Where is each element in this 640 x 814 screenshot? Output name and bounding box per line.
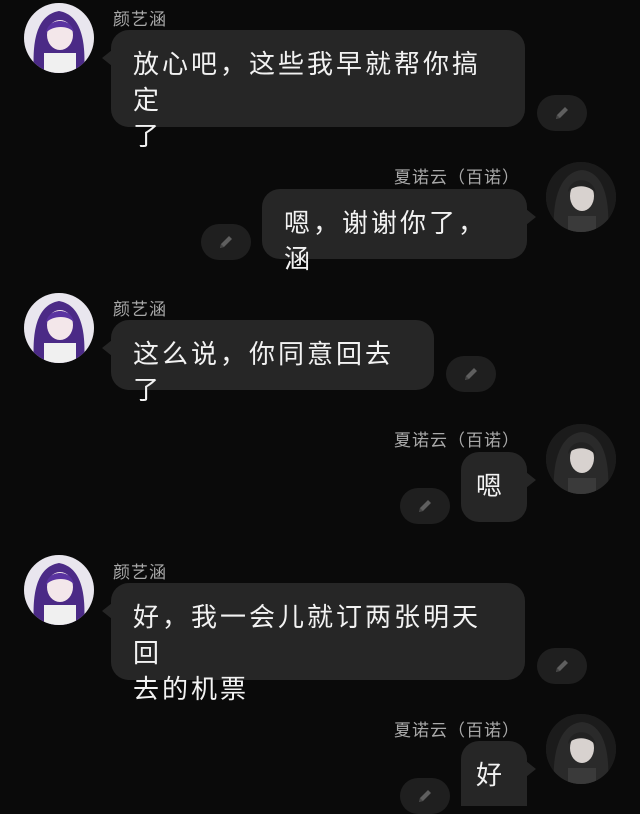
sender-name: 颜艺涵 <box>113 300 167 320</box>
message-bubble[interactable]: 好，我一会儿就订两张明天回 去的机票 <box>102 583 525 705</box>
chat-thread: 颜艺涵 放心吧，这些我早就帮你搞定 了 夏诺云（百诺） 嗯，谢谢你了，涵 颜艺涵… <box>0 0 640 814</box>
pencil-icon <box>419 500 431 512</box>
message-bubble[interactable]: 放心吧，这些我早就帮你搞定 了 <box>102 30 525 152</box>
edit-button[interactable] <box>400 778 450 814</box>
pencil-icon <box>465 368 477 380</box>
sender-name: 夏诺云（百诺） <box>394 168 520 188</box>
message-text-line: 好，我一会儿就订两张明天回 <box>133 603 482 669</box>
message-bubble[interactable]: 嗯 <box>461 452 536 522</box>
sender-name: 夏诺云（百诺） <box>394 431 520 451</box>
message-text-line: 好 <box>476 761 506 791</box>
message-text-line: 这么说，你同意回去了 <box>133 340 395 406</box>
message-text-line: 放心吧，这些我早就帮你搞定 <box>133 50 482 116</box>
edit-button[interactable] <box>400 488 450 524</box>
message-text-line: 嗯，谢谢你了，涵 <box>284 209 488 275</box>
message-text-line: 去的机票 <box>133 675 250 705</box>
message-text-line: 嗯 <box>476 472 506 502</box>
sender-avatar[interactable] <box>24 293 94 363</box>
pencil-icon <box>220 236 232 248</box>
edit-button[interactable] <box>201 224 251 260</box>
message-bubble[interactable]: 嗯，谢谢你了，涵 <box>262 189 536 275</box>
pencil-icon <box>556 660 568 672</box>
pencil-icon <box>556 107 568 119</box>
message-text-line: 了 <box>133 122 163 152</box>
sender-name: 颜艺涵 <box>113 10 167 30</box>
message-bubble[interactable]: 好 <box>461 741 536 806</box>
edit-button[interactable] <box>537 648 587 684</box>
edit-button[interactable] <box>537 95 587 131</box>
sender-avatar[interactable] <box>24 555 94 625</box>
sender-avatar[interactable] <box>546 714 616 784</box>
sender-avatar[interactable] <box>546 424 616 494</box>
sender-avatar[interactable] <box>24 3 94 73</box>
sender-name: 颜艺涵 <box>113 563 167 583</box>
edit-button[interactable] <box>446 356 496 392</box>
sender-name: 夏诺云（百诺） <box>394 721 520 741</box>
sender-avatar[interactable] <box>546 162 616 232</box>
message-bubble[interactable]: 这么说，你同意回去了 <box>102 320 434 406</box>
pencil-icon <box>419 790 431 802</box>
